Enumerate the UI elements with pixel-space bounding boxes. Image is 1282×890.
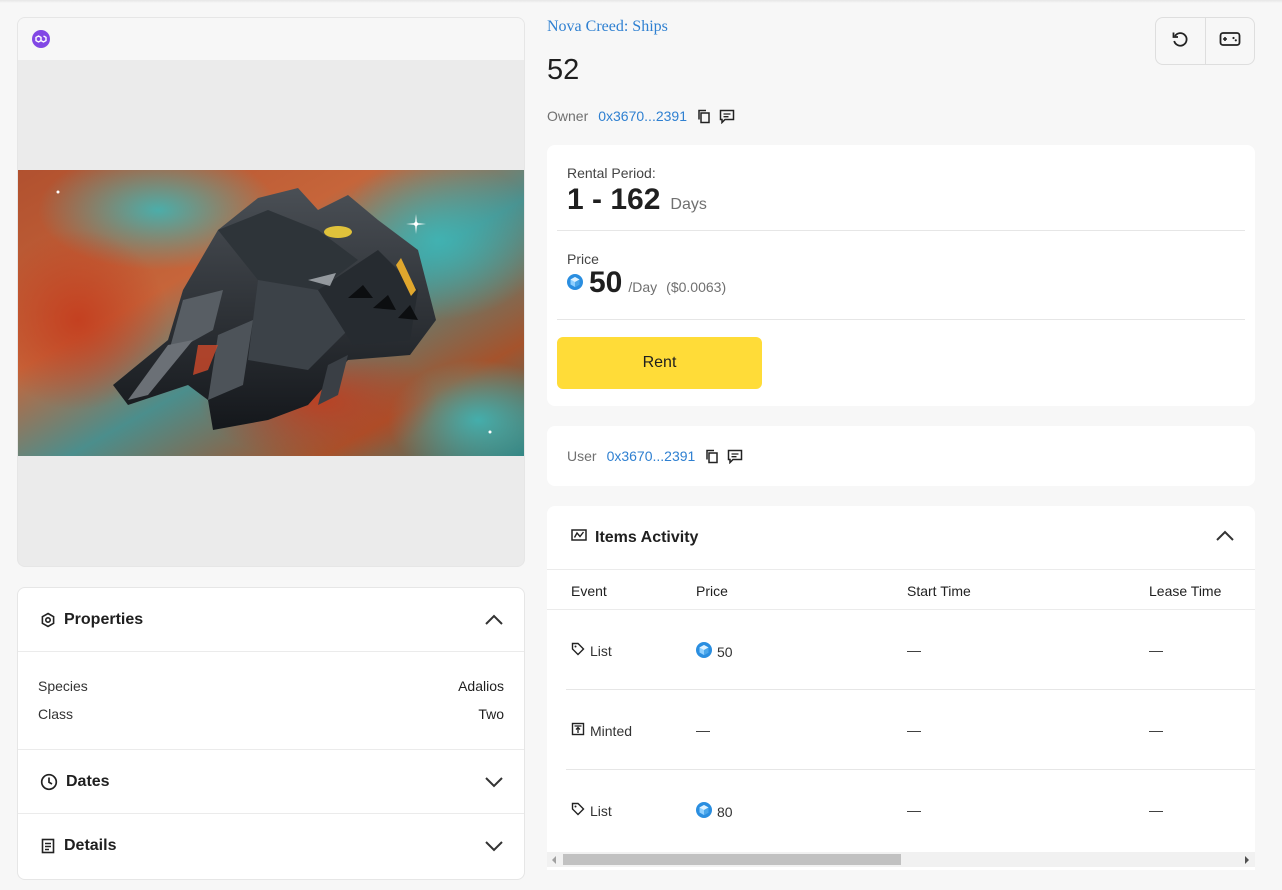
property-value: Two — [478, 706, 504, 722]
token-coin-icon — [567, 274, 583, 295]
price-amount: 80 — [717, 803, 733, 820]
token-coin-icon — [696, 642, 717, 661]
items-activity-panel: Items Activity Event Price Start Time Le… — [547, 506, 1255, 870]
token-name: 52 — [547, 54, 580, 86]
details-title: Details — [64, 837, 117, 854]
start-time-cell: — — [907, 642, 921, 658]
copy-icon[interactable] — [705, 449, 719, 464]
price-cell: 80 — [696, 802, 733, 821]
table-row: Minted — — — — [547, 690, 1255, 770]
property-key: Species — [38, 678, 88, 694]
chevron-up-icon[interactable] — [484, 614, 504, 626]
start-time-cell: — — [907, 802, 921, 818]
chevron-up-icon[interactable] — [1215, 529, 1235, 547]
chevron-down-icon[interactable] — [484, 776, 504, 788]
dates-title: Dates — [66, 772, 110, 790]
lease-time-cell: — — [1149, 722, 1163, 738]
rental-period-range: 1 - 162 — [567, 183, 661, 216]
activity-accordion-header[interactable]: Items Activity — [547, 506, 1255, 570]
rental-period-unit: Days — [670, 196, 707, 213]
property-row: Species Adalios — [38, 672, 504, 700]
price-value: 50 /Day ($0.0063) — [567, 266, 726, 300]
user-label: User — [567, 448, 597, 464]
property-row: Class Two — [38, 700, 504, 728]
properties-panel: Properties Species Adalios Class Two Dat… — [17, 587, 525, 880]
price-label: Price — [567, 251, 599, 267]
message-icon[interactable] — [719, 109, 735, 124]
dates-accordion-header[interactable]: Dates — [18, 750, 524, 814]
event-label: List — [590, 642, 612, 659]
properties-title: Properties — [64, 610, 144, 628]
document-icon — [40, 838, 56, 854]
nft-media-card — [17, 17, 525, 567]
tag-icon — [571, 642, 590, 659]
property-key: Class — [38, 706, 74, 722]
activity-chart-icon — [571, 528, 587, 547]
clock-icon — [40, 773, 58, 791]
event-cell: List — [571, 642, 612, 659]
properties-icon — [40, 612, 56, 628]
copy-icon[interactable] — [697, 109, 711, 124]
divider — [557, 230, 1245, 231]
refresh-icon — [1171, 30, 1189, 53]
property-value: Adalios — [458, 678, 504, 694]
token-coin-icon — [696, 802, 717, 821]
polygon-chain-icon — [32, 30, 50, 48]
activity-title: Items Activity — [595, 528, 699, 546]
rental-card: Rental Period: 1 - 162 Days Price 50 /Da… — [547, 145, 1255, 406]
message-icon[interactable] — [727, 449, 743, 464]
horizontal-scrollbar[interactable] — [547, 852, 1255, 867]
refresh-button[interactable] — [1156, 18, 1205, 64]
scroll-left-arrow-icon[interactable] — [552, 856, 556, 864]
user-card: User 0x3670...2391 — [547, 426, 1255, 486]
event-label: Minted — [590, 722, 633, 739]
lease-time-cell: — — [1149, 642, 1163, 658]
tag-icon — [571, 802, 590, 819]
activity-table-header: Event Price Start Time Lease Time — [547, 571, 1255, 610]
rent-button[interactable]: Rent — [557, 337, 762, 389]
price-usd: ($0.0063) — [666, 279, 727, 295]
column-header-price: Price — [696, 583, 728, 599]
price-amount: 50 — [589, 266, 623, 299]
price-cell: 50 — [696, 642, 733, 661]
spaceship-image — [18, 170, 524, 456]
owner-line: Owner 0x3670...2391 — [547, 108, 735, 124]
start-time-cell: — — [907, 722, 921, 738]
event-label: List — [590, 802, 612, 819]
column-header-start-time: Start Time — [907, 583, 971, 599]
minted-icon — [571, 722, 590, 739]
price-amount: 50 — [717, 643, 733, 660]
collection-link[interactable]: Nova Creed: Ships — [547, 18, 668, 36]
user-address-link[interactable]: 0x3670...2391 — [607, 448, 696, 464]
price-cell: — — [696, 722, 710, 738]
gamepad-icon — [1219, 31, 1241, 52]
chevron-down-icon[interactable] — [484, 840, 504, 852]
properties-list: Species Adalios Class Two — [18, 652, 524, 750]
lease-time-cell: — — [1149, 802, 1163, 818]
divider — [557, 319, 1245, 320]
media-header — [18, 18, 524, 60]
event-cell: List — [571, 802, 612, 819]
column-header-event: Event — [571, 583, 607, 599]
scroll-right-arrow-icon[interactable] — [1245, 856, 1249, 864]
properties-accordion-header[interactable]: Properties — [18, 588, 524, 652]
column-header-lease-time: Lease Time — [1149, 583, 1222, 599]
table-row: List 50 — — — [547, 610, 1255, 690]
owner-label: Owner — [547, 108, 589, 124]
rental-period-value: 1 - 162 Days — [567, 183, 707, 217]
scrollbar-thumb[interactable] — [563, 854, 901, 865]
play-game-button[interactable] — [1204, 18, 1254, 64]
event-cell: Minted — [571, 722, 632, 739]
toolbar-button-group — [1155, 17, 1255, 65]
top-shadow — [0, 0, 1282, 3]
rental-period-label: Rental Period: — [567, 165, 656, 181]
owner-address-link[interactable]: 0x3670...2391 — [598, 108, 687, 124]
table-row: List 80 — — — [547, 770, 1255, 850]
price-unit: /Day — [628, 279, 658, 295]
details-accordion-header[interactable]: Details — [18, 814, 524, 878]
